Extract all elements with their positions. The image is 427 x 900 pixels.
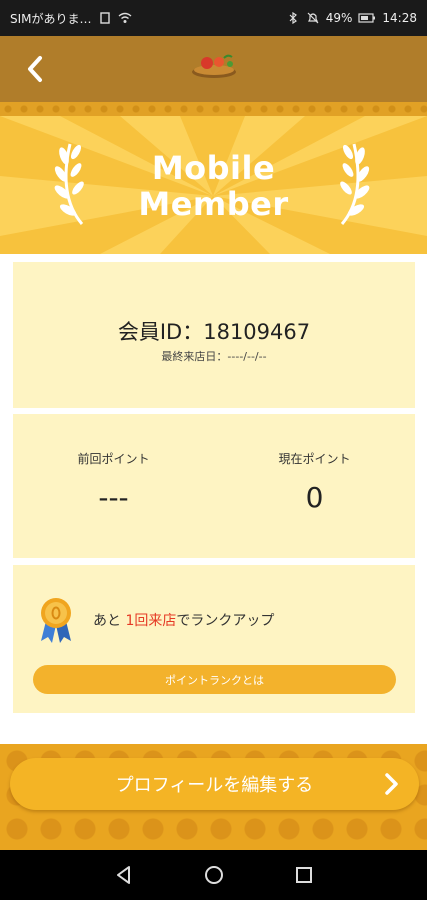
- clock: 14:28: [382, 11, 417, 25]
- rank-up-prefix: あと: [93, 613, 126, 629]
- member-card: 会員ID：18109467 最終来店日：----/--/--: [13, 262, 415, 408]
- restaurant-logo-icon: [192, 54, 236, 78]
- hero-banner: Mobile Member: [0, 116, 427, 254]
- mute-bell-icon: [307, 12, 319, 24]
- header-dot-strip: [0, 102, 427, 116]
- edit-profile-label: プロフィールを編集する: [115, 775, 314, 796]
- chevron-right-icon: [385, 773, 398, 795]
- rank-up-suffix: でランクアップ: [176, 613, 275, 629]
- battery-percent: 49%: [325, 11, 353, 25]
- nav-back-icon[interactable]: [112, 863, 136, 887]
- rank-card: あと 1回来店でランクアップ ポイントランクとは: [13, 565, 415, 713]
- medal-icon: [41, 598, 71, 643]
- previous-points: 前回ポイント ---: [13, 450, 214, 514]
- previous-points-value: ---: [98, 481, 129, 514]
- current-points-label: 現在ポイント: [278, 452, 351, 466]
- current-points-value: 0: [305, 481, 324, 514]
- app-header: [0, 36, 427, 102]
- status-bar: SIMがありま… 49% 14:28: [0, 0, 427, 36]
- points-card: 前回ポイント --- 現在ポイント 0: [13, 414, 415, 558]
- system-nav-bar: [0, 850, 427, 900]
- wifi-icon: [118, 12, 131, 23]
- nav-recent-apps-icon[interactable]: [292, 863, 316, 887]
- chevron-left-icon: [28, 56, 42, 82]
- rank-up-message: あと 1回来店でランクアップ: [93, 610, 274, 630]
- previous-points-label: 前回ポイント: [77, 452, 150, 466]
- laurel-right-icon: [340, 143, 370, 225]
- bluetooth-icon: [289, 12, 297, 24]
- current-points: 現在ポイント 0: [214, 450, 415, 514]
- nav-home-icon[interactable]: [202, 863, 226, 887]
- sim-card-icon: [99, 12, 110, 24]
- carrier-text: SIMがありま…: [10, 11, 92, 26]
- last-visit-date: 最終来店日：----/--/--: [161, 350, 267, 363]
- rank-up-visits: 1回来店: [125, 613, 177, 629]
- point-rank-info-button[interactable]: ポイントランクとは: [33, 665, 396, 694]
- member-id: 会員ID：18109467: [117, 320, 311, 344]
- back-button[interactable]: [18, 52, 52, 86]
- edit-profile-button[interactable]: プロフィールを編集する: [10, 758, 419, 810]
- battery-icon: [358, 13, 376, 23]
